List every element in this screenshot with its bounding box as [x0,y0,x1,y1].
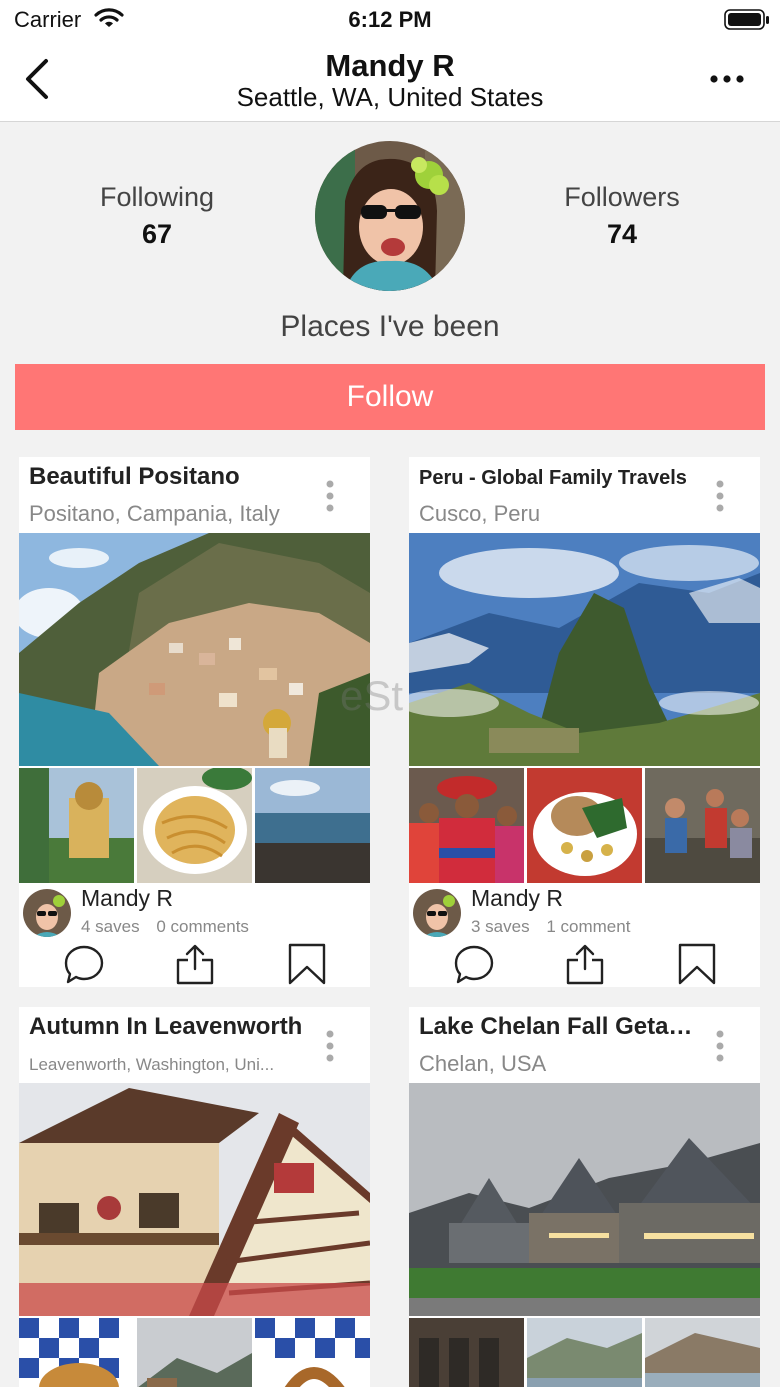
follow-button[interactable]: Follow [15,364,765,430]
card-location: Cusco, Peru [419,501,541,526]
saves-count: 3 saves [471,917,530,936]
status-bar: Carrier 6:12 PM [0,0,780,40]
more-options-icon[interactable] [708,66,746,97]
card-hero-image[interactable] [19,533,370,766]
thumbnail-image[interactable] [137,768,252,883]
card-stats: 3 saves 1 comment [471,917,642,937]
card-options-icon[interactable] [324,479,336,518]
card-title[interactable]: Autumn In Leavenworth [29,1013,319,1041]
thumbnail-image[interactable] [645,1318,760,1387]
card-hero-image[interactable] [19,1083,370,1316]
trip-card-positano[interactable]: Beautiful Positano Positano, Campania, I… [19,457,370,987]
card-hero-image[interactable] [409,1083,760,1316]
author-avatar[interactable] [23,889,71,937]
card-hero-image[interactable] [409,533,760,766]
trip-card-peru[interactable]: Peru - Global Family Travels Cusco, Peru [409,457,760,987]
thumbnail-image[interactable] [409,1318,524,1387]
comments-count: 0 comments [156,917,249,936]
thumbnail-image[interactable] [527,768,642,883]
author-avatar[interactable] [413,889,461,937]
share-icon[interactable] [564,943,606,987]
following-stat[interactable]: Following 67 [57,182,257,250]
card-stats: 4 saves 0 comments [81,917,261,937]
thumbnail-image[interactable] [19,1318,134,1387]
profile-name-title: Mandy R [325,48,455,83]
comments-count: 1 comment [546,917,631,936]
card-title[interactable]: Lake Chelan Fall Getaway [419,1013,709,1041]
clock: 6:12 PM [348,7,432,32]
trip-card-lake-chelan[interactable]: Lake Chelan Fall Getaway Chelan, USA [409,1007,760,1387]
following-count: 67 [141,219,173,249]
navigation-bar: Mandy R Seattle, WA, United States [0,40,780,122]
thumbnail-image[interactable] [19,768,134,883]
followers-stat[interactable]: Followers 74 [522,182,722,250]
thumbnail-image[interactable] [645,768,760,883]
author-name[interactable]: Mandy R [471,885,563,912]
thumbnail-image[interactable] [527,1318,642,1387]
followers-label: Followers [564,182,680,212]
followers-count: 74 [606,219,638,249]
profile-avatar [315,141,465,291]
card-options-icon[interactable] [324,1029,336,1068]
card-title[interactable]: Beautiful Positano [29,463,319,491]
thumbnail-image[interactable] [137,1318,252,1387]
trip-card-leavenworth[interactable]: Autumn In Leavenworth Leavenworth, Washi… [19,1007,370,1387]
following-label: Following [99,182,215,212]
watermark-text: eSt [340,672,404,719]
profile-location-subtitle: Seattle, WA, United States [236,82,544,112]
card-title[interactable]: Peru - Global Family Travels [419,467,709,490]
thumbnail-image[interactable] [409,768,524,883]
card-location: Chelan, USA [419,1051,547,1076]
card-options-icon[interactable] [714,1029,726,1068]
card-location: Positano, Campania, Italy [29,501,280,526]
thumbnail-image[interactable] [255,1318,370,1387]
card-thumbnail-row [19,768,370,883]
battery-icon [724,9,770,36]
bookmark-icon[interactable] [286,943,328,987]
card-thumbnail-row [19,1318,370,1387]
card-options-icon[interactable] [714,479,726,518]
places-section-title: Places I've been [280,310,500,343]
card-thumbnail-row [409,768,760,883]
thumbnail-image[interactable] [255,768,370,883]
card-location: Leavenworth, Washington, Uni... [29,1055,275,1074]
comment-icon[interactable] [63,943,105,987]
bookmark-icon[interactable] [676,943,718,987]
share-icon[interactable] [174,943,216,987]
card-thumbnail-row [409,1318,760,1387]
saves-count: 4 saves [81,917,140,936]
author-name[interactable]: Mandy R [81,885,173,912]
comment-icon[interactable] [453,943,495,987]
profile-header: Following 67 Followers 74 Places I've be… [0,122,780,364]
